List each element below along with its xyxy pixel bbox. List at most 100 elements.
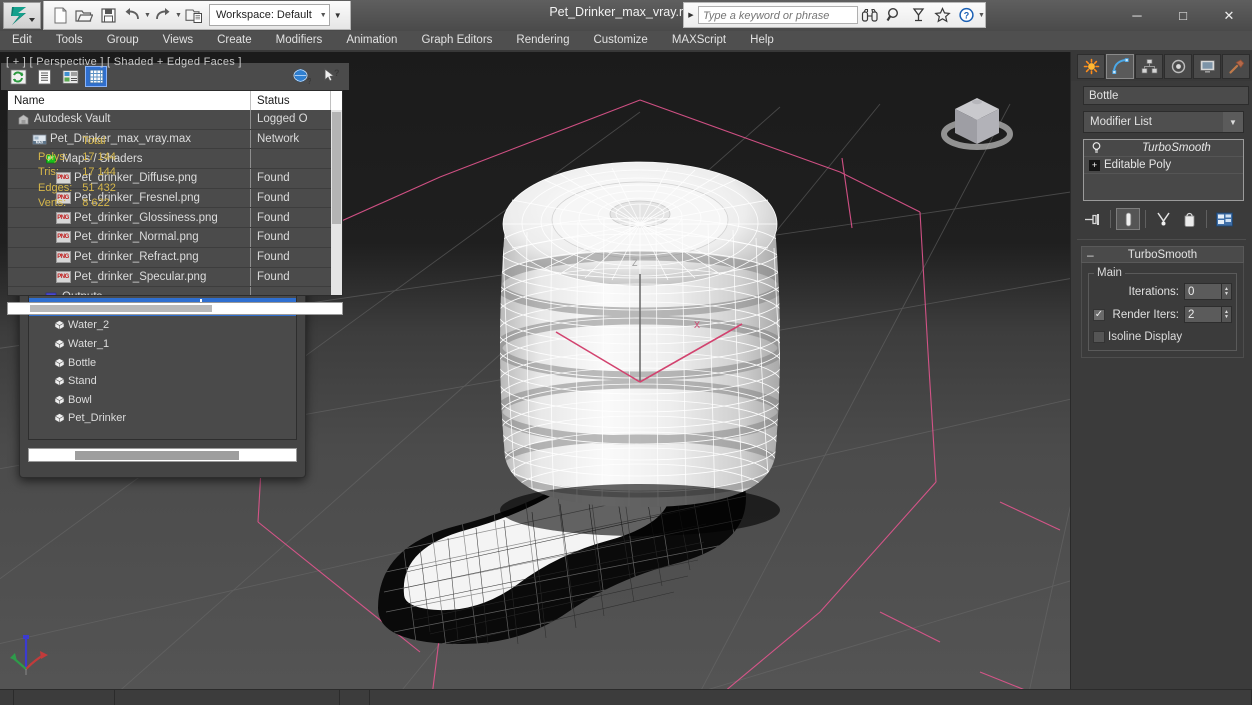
isoline-display-checkbox[interactable] [1093, 331, 1105, 343]
close-button[interactable]: ✕ [1206, 0, 1252, 31]
modifier-stack-item-label: Editable Poly [1104, 159, 1172, 171]
show-end-result-button[interactable] [1116, 208, 1140, 230]
iterations-spinner-arrows[interactable]: ▲ ▼ [1222, 283, 1232, 300]
title-bar: ▼ ▼ Workspace: Default ▼ ▼ Pet_Drinker_m… [0, 0, 1252, 31]
asset-row-status: Found [250, 247, 330, 267]
modifier-list-label: Modifier List [1090, 116, 1152, 128]
menu-group[interactable]: Group [95, 31, 151, 50]
asset-row-specular-png[interactable]: PNG Pet_drinker_Specular.png Found [8, 267, 342, 288]
asset-list-vertical-scrollbar[interactable] [331, 110, 342, 295]
asset-list-horizontal-scrollbar[interactable] [7, 302, 343, 315]
search-input[interactable] [698, 6, 858, 24]
undo-button[interactable] [120, 3, 144, 27]
layer-row-stand[interactable]: Stand [29, 372, 296, 391]
menu-graph-editors[interactable]: Graph Editors [409, 31, 504, 50]
detail-view-button[interactable] [59, 66, 81, 87]
modifier-stack[interactable]: TurboSmooth + Editable Poly [1083, 139, 1244, 201]
layer-row-pet-drinker-object[interactable]: Pet_Drinker [29, 409, 296, 428]
satellite-dish-button[interactable] [906, 4, 930, 26]
menu-create[interactable]: Create [205, 31, 264, 50]
rollout-header[interactable]: – TurboSmooth [1081, 246, 1244, 263]
application-menu-button[interactable] [3, 2, 41, 29]
set-project-folder-button[interactable] [182, 3, 206, 27]
project-folder-icon [185, 8, 202, 23]
help-button[interactable]: ? [954, 4, 978, 26]
menu-customize[interactable]: Customize [581, 31, 659, 50]
display-tab[interactable] [1193, 54, 1221, 79]
object-name-input[interactable] [1083, 86, 1249, 105]
viewport-label[interactable]: [ + ] [ Perspective ] [ Shaded + Edged F… [6, 56, 242, 68]
maximize-button[interactable]: □ [1160, 0, 1206, 31]
redo-arrow-icon [156, 8, 170, 20]
menu-help[interactable]: Help [738, 31, 786, 50]
help-dropdown-arrow[interactable]: ▼ [978, 3, 985, 27]
refresh-button[interactable] [7, 66, 29, 87]
modifier-stack-item-editable-poly[interactable]: + Editable Poly [1084, 157, 1243, 174]
status-bar [0, 689, 1252, 705]
menu-rendering[interactable]: Rendering [504, 31, 581, 50]
list-view-button[interactable] [33, 66, 55, 87]
magnifier-button[interactable] [882, 4, 906, 26]
menu-maxscript[interactable]: MAXScript [660, 31, 738, 50]
rollout-collapse-icon[interactable]: – [1087, 248, 1094, 262]
scrollbar-thumb[interactable] [30, 305, 212, 312]
chevron-down-icon[interactable]: ▼ [1223, 112, 1243, 132]
remove-modifier-button[interactable] [1177, 208, 1201, 230]
iterations-row: Iterations: 0 ▲ ▼ [1093, 282, 1232, 301]
asset-row-autodesk-vault[interactable]: Autodesk Vault Logged O [8, 110, 342, 130]
new-file-button[interactable] [48, 3, 72, 27]
layer-horizontal-scrollbar[interactable] [28, 448, 297, 462]
help-globe-button[interactable]: ? [291, 66, 313, 87]
layer-row-bottle[interactable]: Bottle [29, 353, 296, 372]
open-file-button[interactable] [72, 3, 96, 27]
undo-dropdown-arrow[interactable]: ▼ [144, 3, 151, 27]
asset-row-normal-png[interactable]: PNG Pet_drinker_Normal.png Found [8, 228, 342, 248]
menu-modifiers[interactable]: Modifiers [264, 31, 335, 50]
menu-edit[interactable]: Edit [0, 31, 44, 50]
hierarchy-tab[interactable] [1135, 54, 1163, 79]
minimize-button[interactable]: ─ [1114, 0, 1160, 31]
plus-box-icon[interactable]: + [1089, 159, 1100, 171]
menu-views[interactable]: Views [151, 31, 205, 50]
layer-row-water-1[interactable]: Water_1 [29, 335, 296, 354]
png-icon: PNG [54, 251, 72, 264]
modifier-list-dropdown[interactable]: Modifier List ▼ [1083, 111, 1244, 133]
layer-row-bowl[interactable]: Bowl [29, 391, 296, 410]
save-file-button[interactable] [96, 3, 120, 27]
workspace-selector[interactable]: Workspace: Default ▼ [209, 4, 330, 26]
scrollbar-thumb[interactable] [332, 112, 341, 224]
grid-view-button[interactable] [85, 66, 107, 87]
isoline-display-row[interactable]: Isoline Display [1093, 328, 1232, 346]
modifier-stack-item-turbosmooth[interactable]: TurboSmooth [1084, 140, 1243, 157]
binoculars-button[interactable] [858, 4, 882, 26]
search-expand-arrow-icon[interactable]: ▶ [684, 11, 698, 19]
favorites-button[interactable] [930, 4, 954, 26]
stats-verts-value: 8 622 [82, 197, 110, 209]
lightbulb-icon[interactable] [1088, 142, 1104, 154]
utilities-tab[interactable] [1222, 54, 1250, 79]
pin-stack-button[interactable] [1081, 208, 1105, 230]
menu-tools[interactable]: Tools [44, 31, 95, 50]
iterations-spinner-value[interactable]: 0 [1184, 283, 1222, 300]
modify-tab[interactable] [1106, 54, 1134, 79]
render-iters-spinner-value[interactable]: 2 [1184, 306, 1222, 323]
workspace-dropdown-button[interactable]: ▼ [330, 5, 346, 25]
configure-modifier-sets-button[interactable] [1212, 208, 1236, 230]
layer-row-water-2[interactable]: Water_2 [29, 316, 296, 335]
redo-dropdown-arrow[interactable]: ▼ [175, 3, 182, 27]
turbosmooth-rollout[interactable]: – TurboSmooth Main Iterations: 0 ▲ ▼ ✓ Re… [1081, 246, 1244, 358]
asset-row-status: Found [250, 188, 330, 208]
context-help-button[interactable]: ? [321, 66, 343, 87]
render-iters-spinner-arrows[interactable]: ▲ ▼ [1222, 306, 1232, 323]
make-unique-button[interactable] [1151, 208, 1175, 230]
create-tab[interactable] [1077, 54, 1105, 79]
asset-row-outputs[interactable]: Outputs [8, 287, 342, 295]
motion-tab[interactable] [1164, 54, 1192, 79]
redo-button[interactable] [151, 3, 175, 27]
asset-row-refract-png[interactable]: PNG Pet_drinker_Refract.png Found [8, 247, 342, 268]
command-panel[interactable]: Modifier List ▼ TurboSmooth + Editable P… [1070, 52, 1252, 689]
scrollbar-thumb[interactable] [75, 451, 239, 460]
menu-animation[interactable]: Animation [334, 31, 409, 50]
view-cube[interactable] [932, 82, 1022, 162]
render-iters-checkbox[interactable]: ✓ [1093, 308, 1105, 321]
